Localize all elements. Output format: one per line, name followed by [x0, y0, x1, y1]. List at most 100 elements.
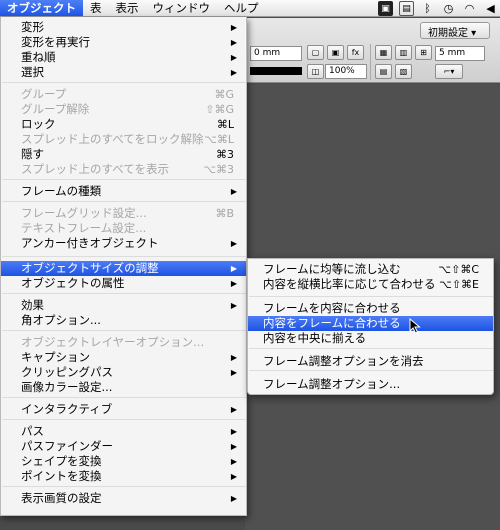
photo-icon[interactable]: ▤ [399, 1, 414, 16]
menu-item[interactable]: パス ▶ [1, 424, 246, 439]
menu-item[interactable]: インタラクティブ ▶ [1, 402, 246, 417]
submenu-arrow-icon: ▶ [230, 472, 237, 481]
menu-item-label: スプレッド上のすべてをロック解除 [21, 132, 204, 146]
submenu-item[interactable]: フレーム調整オプション... [248, 377, 493, 392]
menu-item-label: インタラクティブ [21, 402, 113, 416]
submenu-arrow-icon: ▶ [230, 405, 237, 414]
menu-item-label: 隠す [21, 147, 44, 161]
menu-item: スプレッド上のすべてをロック解除 ⌥⌘L [1, 132, 246, 147]
submenu-item[interactable]: 内容を縦横比率に応じて合わせる ⌥⇧⌘E [248, 277, 493, 292]
menu-item[interactable]: アンカー付きオブジェクト ▶ [1, 236, 246, 251]
clock-icon[interactable]: ◷ [441, 1, 456, 16]
menu-item[interactable]: オブジェクトサイズの調整 ▶ [1, 261, 246, 276]
submenu-arrow-icon: ▶ [230, 301, 237, 310]
submenu-arrow-icon: ▶ [230, 53, 237, 62]
menu-item[interactable]: 効果 ▶ [1, 298, 246, 313]
text-wrap-icon[interactable]: ▥ [395, 45, 412, 60]
menu-item[interactable]: シェイプを変換 ▶ [1, 454, 246, 469]
menubar-item-window[interactable]: ウィンドウ [146, 0, 218, 16]
menubar-item-object[interactable]: オブジェクト [0, 0, 83, 16]
submenu-item[interactable]: フレーム調整オプションを消去 [248, 354, 493, 369]
corner-shape-icon[interactable]: ⌐▾ [435, 64, 463, 79]
submenu-item-label: 内容をフレームに合わせる [263, 316, 401, 330]
menu-item-label: 表示画質の設定 [21, 491, 102, 505]
menu-item[interactable]: ロック ⌘L [1, 117, 246, 132]
wrap-around-icon[interactable]: ▤ [375, 64, 392, 79]
fx-icon[interactable]: fx [347, 45, 364, 60]
menu-item[interactable]: オブジェクトの属性 ▶ [1, 276, 246, 291]
submenu-item[interactable]: フレームに均等に流し込む ⌥⇧⌘C [248, 262, 493, 277]
box-icon[interactable]: ▣ [378, 1, 393, 16]
menubar-item-table[interactable]: 表 [83, 0, 109, 16]
mouse-cursor-icon [409, 318, 421, 334]
submenu-item[interactable]: フレームを内容に合わせる [248, 301, 493, 316]
menubar-item-help[interactable]: ヘルプ [217, 0, 266, 16]
menu-separator [2, 419, 246, 420]
app-window: オブジェクト 表 表示 ウィンドウ ヘルプ ▣ ▤ ᛒ ◷ ◠ ◀ 0 mm ▢… [0, 0, 500, 530]
menu-item[interactable]: 隠す ⌘3 [1, 147, 246, 162]
speaker-icon[interactable]: ◀ [483, 1, 498, 16]
opacity-field[interactable]: 100% [325, 64, 367, 79]
submenu-item-label: フレームに均等に流し込む [263, 262, 401, 276]
menu-item: スプレッド上のすべてを表示 ⌥⌘3 [1, 162, 246, 177]
menu-separator [2, 201, 246, 202]
align-grid-icon[interactable]: ▦ [375, 45, 392, 60]
menu-separator [2, 256, 246, 257]
menu-item[interactable]: 重ね順 ▶ [1, 50, 246, 65]
menu-item-label: フレームの種類 [21, 184, 102, 198]
menu-item[interactable]: 表示画質の設定 ▶ [1, 491, 246, 506]
submenu-item[interactable]: 内容を中央に揃える [248, 331, 493, 346]
stroke-swatch[interactable] [250, 67, 302, 75]
menu-item: オブジェクトレイヤーオプション... [1, 335, 246, 350]
object-menu: 変形 ▶ 変形を再実行 ▶ 重ね順 ▶ 選択 ▶ グループ ⌘G グループ解除 ⇧⌘G ロック ⌘L スプレ… [0, 17, 247, 516]
menubar-item-view[interactable]: 表示 [109, 0, 146, 16]
opacity-icon[interactable]: ◫ [307, 64, 324, 79]
menu-item-label: 画像カラー設定... [21, 380, 113, 394]
submenu-item-label: 内容を縦横比率に応じて合わせる [263, 277, 436, 291]
menu-item[interactable]: 変形 ▶ [1, 20, 246, 35]
submenu-item-shortcut: ⌥⇧⌘E [439, 278, 479, 291]
menu-item-label: 角オプション... [21, 313, 101, 327]
menu-item[interactable]: ポイントを変換 ▶ [1, 469, 246, 484]
menu-separator [2, 82, 246, 83]
menu-item[interactable]: クリッピングパス ▶ [1, 365, 246, 380]
bluetooth-icon[interactable]: ᛒ [420, 1, 435, 16]
preset-label: 初期設定 ▾ [428, 28, 477, 39]
square-icon[interactable]: ▣ [327, 45, 344, 60]
submenu-item[interactable]: 内容をフレームに合わせる [248, 316, 493, 331]
submenu-arrow-icon: ▶ [230, 368, 237, 377]
menu-item-label: クリッピングパス [21, 365, 113, 379]
menu-item[interactable]: パスファインダー ▶ [1, 439, 246, 454]
offset-icon[interactable]: ⊞ [415, 45, 432, 60]
menu-item[interactable]: 変形を再実行 ▶ [1, 35, 246, 50]
menu-separator [2, 179, 246, 180]
submenu-arrow-icon: ▶ [230, 38, 237, 47]
submenu-item-shortcut: ⌥⇧⌘C [438, 263, 479, 276]
menu-item-shortcut: ⌘B [215, 207, 234, 220]
menu-separator [2, 486, 246, 487]
menu-item[interactable]: 角オプション... [1, 313, 246, 328]
submenu-item-label: フレーム調整オプションを消去 [263, 354, 424, 368]
menu-item-shortcut: ⌥⌘L [204, 133, 234, 146]
stroke-width-field[interactable]: 0 mm [250, 46, 302, 61]
menu-item[interactable]: 選択 ▶ [1, 65, 246, 80]
wifi-icon[interactable]: ◠ [462, 1, 477, 16]
menu-item[interactable]: 画像カラー設定... [1, 380, 246, 395]
menu-item[interactable]: キャプション ▶ [1, 350, 246, 365]
menu-separator [2, 293, 246, 294]
menu-item-label: オブジェクトの属性 [21, 276, 125, 290]
offset-field[interactable]: 5 mm [435, 46, 485, 61]
wrap-jump-icon[interactable]: ▧ [395, 64, 412, 79]
submenu-arrow-icon: ▶ [230, 442, 237, 451]
submenu-item-label: フレーム調整オプション... [263, 377, 401, 391]
menu-item-label: パス [21, 424, 44, 438]
menu-item-shortcut: ⌘L [216, 118, 234, 131]
menu-separator [249, 370, 493, 371]
frame-icon[interactable]: ▢ [307, 45, 324, 60]
menu-item[interactable]: フレームの種類 ▶ [1, 184, 246, 199]
menu-item-label: グループ [21, 87, 67, 101]
submenu-arrow-icon: ▶ [230, 427, 237, 436]
menu-item: グループ ⌘G [1, 87, 246, 102]
menu-item: フレームグリッド設定... ⌘B [1, 206, 246, 221]
menu-item-label: グループ解除 [21, 102, 90, 116]
